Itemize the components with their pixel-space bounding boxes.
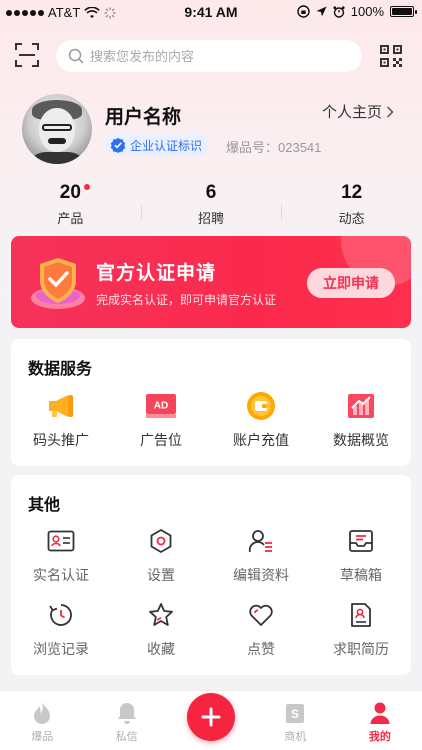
stat-jobs[interactable]: 6 招聘 [140,178,282,228]
user-id: 爆品号：023541 [226,140,322,155]
other-favorites[interactable]: 收藏 [111,599,211,659]
other-label: 草稿箱 [340,567,382,583]
notification-dot [83,184,90,190]
tab-hot-products[interactable]: 爆品 [0,691,84,750]
shop-icon: S [286,704,305,723]
other-label: 设置 [147,567,175,583]
plus-icon [201,707,221,727]
service-label: 数据概览 [333,432,389,448]
other-browse-history[interactable]: 浏览记录 [11,599,111,659]
verified-icon [110,137,126,153]
scan-button[interactable] [14,42,40,68]
shield-badge-icon [31,258,85,309]
scan-icon [15,43,39,67]
other-drafts[interactable]: 草稿箱 [311,525,411,585]
cert-label: 企业认证标识 [130,138,203,153]
tab-label: 商机 [284,731,307,743]
search-icon [68,48,84,64]
svg-text:AD: AD [154,401,168,412]
stat-label: 产品 [57,211,84,226]
user-icon [370,702,390,724]
bell-icon [117,703,136,724]
other-likes[interactable]: 点赞 [211,599,311,659]
drafts-icon [349,530,373,552]
battery-label: 100% [350,4,384,19]
ad-icon: AD [146,394,176,418]
chevron-right-icon [386,105,394,118]
official-cert-banner[interactable]: 官方认证申请 完成实名认证，即可申请官方认证 立即申请 [11,236,411,328]
wallet-icon [247,392,275,420]
status-right: 100% [297,4,417,19]
id-card-icon [47,530,75,552]
enterprise-cert-badge: 企业认证标识 [106,134,211,156]
qr-code-button[interactable] [380,45,402,67]
stat-value: 6 [205,182,217,203]
search-bar[interactable] [56,40,362,72]
service-label: 广告位 [140,432,182,448]
service-label: 码头推广 [33,432,89,448]
other-real-name-auth[interactable]: 实名认证 [11,525,111,585]
search-input[interactable] [90,48,350,64]
banner-title: 官方认证申请 [96,263,217,284]
tab-label: 我的 [368,731,391,743]
other-label: 求职简历 [333,641,389,657]
service-promotion[interactable]: 码头推广 [11,390,111,450]
service-recharge[interactable]: 账户充值 [211,390,311,450]
stat-value: 20 [60,182,90,204]
other-label: 实名认证 [33,567,89,583]
tab-label: 爆品 [31,731,54,743]
avatar[interactable] [22,94,92,164]
resume-icon [351,603,371,627]
publish-button[interactable] [187,693,235,741]
other-label: 收藏 [147,641,175,657]
data-services-grid: 码头推广 AD 广告位 账户充值 数据概览 [11,390,411,450]
other-label: 点赞 [247,641,275,657]
location-icon [316,6,327,17]
alarm-icon [333,5,345,18]
stat-label: 招聘 [198,211,225,226]
star-icon [149,603,173,626]
other-edit-profile[interactable]: 编辑资料 [211,525,311,585]
svg-text:S: S [291,707,299,721]
edit-profile-icon [248,530,272,553]
section-title: 其他 [28,497,61,514]
stats-row: 20 产品 6 招聘 12 动态 [0,178,422,228]
megaphone-icon [49,395,73,417]
status-bar: AT&T 9:41 AM 100% [0,0,422,26]
apply-now-button[interactable]: 立即申请 [307,268,395,298]
other-grid-row-1: 实名认证 设置 编辑资料 草稿箱 [11,525,411,585]
other-settings[interactable]: 设置 [111,525,211,585]
tab-messages[interactable]: 私信 [84,691,168,750]
rotation-lock-icon [297,5,310,18]
other-grid-row-2: 浏览记录 收藏 点赞 求职简历 [11,599,411,659]
homepage-link[interactable]: 个人主页 [322,101,394,122]
flame-icon [34,702,51,724]
banner-subtitle: 完成实名认证，即可申请官方认证 [96,293,277,307]
data-services-card: 数据服务 码头推广 AD 广告位 账户充值 数据概览 [11,339,411,466]
qr-code-icon [380,45,402,67]
other-resume[interactable]: 求职简历 [311,599,411,659]
stat-products[interactable]: 20 产品 [0,178,141,228]
stat-value: 12 [341,182,363,203]
service-data-overview[interactable]: 数据概览 [311,390,411,450]
tab-mine[interactable]: 我的 [338,691,422,750]
stat-label: 动态 [338,211,365,226]
other-label: 编辑资料 [233,567,289,583]
tab-label: 私信 [115,731,138,743]
history-icon [49,604,72,626]
section-title: 数据服务 [28,361,93,378]
other-card: 其他 实名认证 设置 编辑资料 草稿箱 浏览记录 收藏 点赞 求职简历 [11,475,411,675]
stat-posts[interactable]: 12 动态 [281,178,422,228]
heart-icon [249,604,273,626]
other-label: 浏览记录 [33,641,89,657]
chart-icon [348,394,374,418]
homepage-label: 个人主页 [322,104,383,121]
battery-icon [390,6,417,17]
service-ad-slot[interactable]: AD 广告位 [111,390,211,450]
username: 用户名称 [105,107,182,128]
settings-icon [150,528,172,554]
tab-business[interactable]: S 商机 [253,691,337,750]
service-label: 账户充值 [233,432,289,448]
